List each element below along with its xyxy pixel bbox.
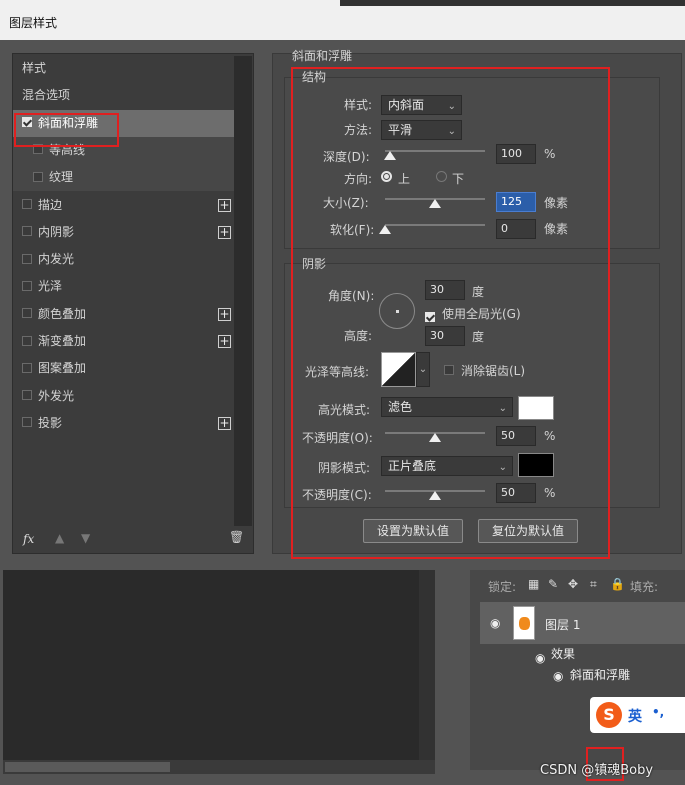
style-checkbox[interactable] xyxy=(22,335,32,346)
artboard-icon[interactable]: ⌗ xyxy=(590,577,597,592)
highlight-box-bevel-item xyxy=(14,113,119,147)
style-list-item-label: 样式 xyxy=(22,61,47,75)
dialog-titlebar: 图层样式 xyxy=(0,0,685,40)
style-list-item-label: 图案叠加 xyxy=(38,361,87,376)
style-list-item[interactable]: 内发光 xyxy=(13,246,235,273)
style-checkbox[interactable] xyxy=(22,253,32,264)
canvas-area xyxy=(3,570,435,760)
csdn-watermark: CSDN @镇魂Boby xyxy=(540,763,654,778)
ime-punct-icon: •, xyxy=(652,705,665,719)
bevel-section-title: 斜面和浮雕 xyxy=(292,49,353,63)
highlight-box-settings xyxy=(291,67,610,559)
lock-label: 锁定: xyxy=(488,580,517,594)
style-list-item[interactable]: 投影 + xyxy=(13,410,235,437)
layer-row[interactable]: ◉ 图层 1 xyxy=(480,602,685,644)
left-panel-scrollbar[interactable] xyxy=(234,56,252,526)
style-checkbox[interactable] xyxy=(22,280,32,291)
effect-item-label: 斜面和浮雕 xyxy=(570,668,631,682)
fx-icon[interactable]: fx xyxy=(23,532,34,546)
style-checkbox[interactable] xyxy=(22,417,32,428)
style-checkbox[interactable] xyxy=(22,226,32,237)
add-effect-icon[interactable]: + xyxy=(218,335,231,348)
style-checkbox[interactable] xyxy=(22,199,32,209)
lock-pixels-icon[interactable]: ▦ xyxy=(528,577,539,591)
move-up-icon[interactable]: ▲ xyxy=(55,531,64,545)
top-panel-strip xyxy=(340,0,685,6)
canvas-vertical-scrollbar[interactable] xyxy=(419,570,435,760)
style-list-item[interactable]: 渐变叠加 + xyxy=(13,328,235,355)
lock-icon[interactable]: 🔒 xyxy=(610,577,625,591)
style-list-item-label: 纹理 xyxy=(49,170,74,185)
add-effect-icon[interactable]: + xyxy=(218,307,231,321)
style-list-item-label: 描边 xyxy=(38,197,63,212)
style-list-item-label: 内发光 xyxy=(38,252,75,267)
style-list-item-label: 外发光 xyxy=(38,388,75,403)
style-checkbox[interactable] xyxy=(22,308,32,319)
eye-icon[interactable]: ◉ xyxy=(490,616,500,630)
add-effect-icon[interactable]: + xyxy=(218,416,231,430)
add-effect-icon[interactable]: + xyxy=(218,225,231,239)
move-icon[interactable]: ✥ xyxy=(568,577,578,591)
style-list-item[interactable]: 图案叠加 xyxy=(13,355,235,382)
effects-label: 效果 xyxy=(551,647,576,661)
style-list-item-label: 内阴影 xyxy=(38,224,75,239)
move-down-icon[interactable]: ▼ xyxy=(81,531,90,545)
style-checkbox[interactable] xyxy=(33,171,43,182)
style-list-item[interactable]: 纹理 xyxy=(13,164,235,192)
style-list-item-label: 光泽 xyxy=(38,279,63,294)
dialog-title: 图层样式 xyxy=(9,16,58,30)
style-list-item[interactable]: 混合选项 xyxy=(13,82,235,109)
style-list-item-label: 颜色叠加 xyxy=(38,306,87,321)
fill-label: 填充: xyxy=(630,580,659,594)
layer-thumbnail xyxy=(513,606,535,640)
trash-icon[interactable]: 🗑 xyxy=(229,530,244,544)
style-list-item[interactable]: 外发光 xyxy=(13,383,235,410)
style-list-item[interactable]: 样式 xyxy=(13,55,235,82)
left-panel-footer: fx ▲ ▼ 🗑 xyxy=(13,526,253,554)
style-list-item[interactable]: 描边 + xyxy=(13,192,235,219)
lock-bar: 锁定: ▦ ✎ ✥ ⌗ 🔒 填充: xyxy=(480,572,685,598)
sogou-logo-icon: S xyxy=(596,702,622,728)
style-list-item[interactable]: 内阴影 + xyxy=(13,219,235,246)
add-effect-icon[interactable]: + xyxy=(218,198,231,212)
ime-toolbar[interactable]: S 英 •, xyxy=(590,697,685,733)
style-checkbox[interactable] xyxy=(22,390,32,401)
layer-name: 图层 1 xyxy=(545,618,581,632)
orange-shape-icon xyxy=(519,617,530,630)
style-checkbox[interactable] xyxy=(22,362,32,373)
brush-icon[interactable]: ✎ xyxy=(548,577,558,591)
effect-eye-icon[interactable]: ◉ xyxy=(553,669,563,683)
style-list-item[interactable]: 颜色叠加 + xyxy=(13,301,235,328)
style-list-item-label: 投影 xyxy=(38,415,63,430)
style-list-item-label: 混合选项 xyxy=(22,88,71,103)
effects-eye-icon[interactable]: ◉ xyxy=(535,651,545,665)
ime-language-label: 英 xyxy=(628,709,642,725)
horizontal-scroll-thumb[interactable] xyxy=(5,762,170,772)
style-list-item-label: 渐变叠加 xyxy=(38,334,87,348)
style-list-item[interactable]: 光泽 xyxy=(13,273,235,300)
